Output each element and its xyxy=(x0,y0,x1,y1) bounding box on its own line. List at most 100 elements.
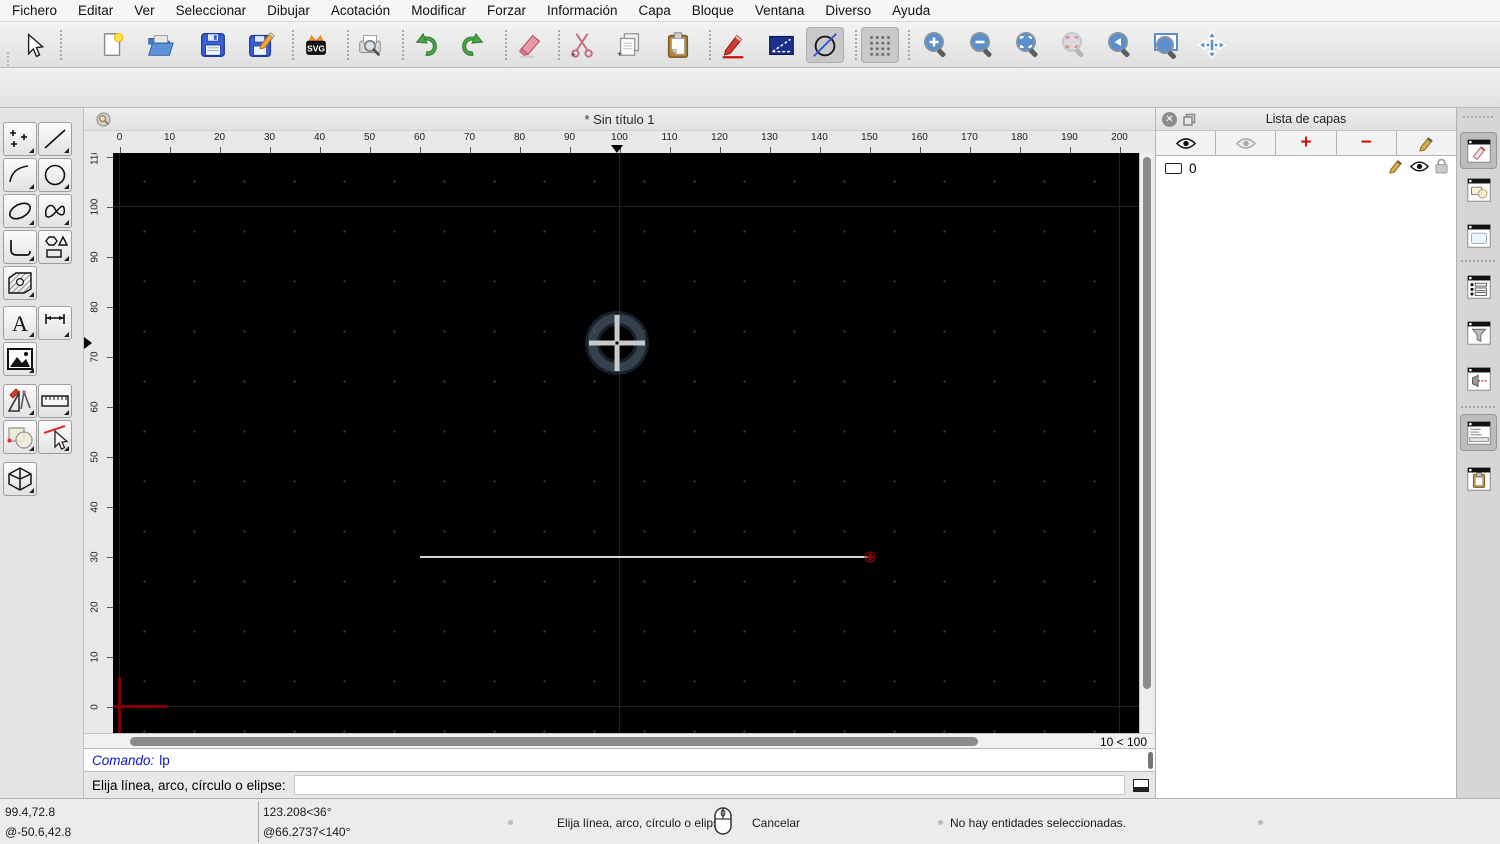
dock-drag-handle[interactable] xyxy=(1463,116,1493,118)
dock-quick-info-button[interactable] xyxy=(1460,360,1497,397)
menu-item-diverso[interactable]: Diverso xyxy=(825,3,871,18)
dock-selection-filter-button[interactable] xyxy=(1460,314,1497,351)
points-tool-button[interactable] xyxy=(3,122,37,156)
zoom-previous-button[interactable] xyxy=(1101,27,1139,63)
dock-entity-list-icon xyxy=(1466,274,1491,299)
command-input[interactable] xyxy=(293,775,1125,795)
open-file-button[interactable] xyxy=(141,27,179,63)
zoom-selected-icon xyxy=(1062,32,1084,58)
circle-tool-button[interactable] xyxy=(38,158,72,192)
vertical-scrollbar-thumb[interactable] xyxy=(1142,157,1151,689)
drawn-line-entity[interactable] xyxy=(419,555,870,558)
image-tool-button[interactable] xyxy=(3,342,37,376)
h-ruler-label: 70 xyxy=(463,132,476,143)
add-layer-button[interactable]: + xyxy=(1276,131,1337,155)
pan-button[interactable] xyxy=(1193,27,1231,63)
polyline-tool-button[interactable] xyxy=(3,230,37,264)
float-panel-icon[interactable] xyxy=(1182,112,1197,127)
status-bar: 99.4,72.8 @-50.6,42.8 123.208<36° @66.27… xyxy=(0,798,1500,844)
save-as-button[interactable] xyxy=(242,27,280,63)
menu-item-editar[interactable]: Editar xyxy=(78,3,113,18)
menu-item-ventana[interactable]: Ventana xyxy=(755,3,805,18)
dock-clipboard-button[interactable] xyxy=(1460,460,1497,497)
horizontal-scrollbar[interactable]: 10 < 100 xyxy=(84,733,1153,749)
show-all-layers-button[interactable] xyxy=(1156,131,1217,155)
hide-all-layers-button[interactable] xyxy=(1216,131,1277,155)
zoom-in-button[interactable] xyxy=(917,27,955,63)
pointer-button[interactable] xyxy=(14,27,52,63)
cut-button[interactable]: + xyxy=(563,27,601,63)
dock-library-browser-button[interactable] xyxy=(1460,217,1497,254)
print-preview-button[interactable] xyxy=(351,27,389,63)
h-ruler-label: 170 xyxy=(961,132,978,143)
command-history-prompt: Comando: xyxy=(92,752,155,768)
history-scrollbar-thumb[interactable] xyxy=(1148,752,1153,769)
layer-edit-pencil-icon[interactable] xyxy=(1388,158,1404,174)
remove-layer-button[interactable]: − xyxy=(1337,131,1397,155)
vertical-scrollbar[interactable] xyxy=(1139,153,1153,733)
delete-button[interactable] xyxy=(510,27,548,63)
measure-tool-button[interactable] xyxy=(38,384,72,418)
zoom-auto-button[interactable] xyxy=(1009,27,1047,63)
dock-entity-list-button[interactable] xyxy=(1460,268,1497,305)
layer-visibility-eye-icon[interactable] xyxy=(1410,160,1429,173)
copy-icon: + xyxy=(617,33,640,59)
copy-button[interactable]: + xyxy=(611,27,649,63)
menu-item-modificar[interactable]: Modificar xyxy=(411,3,466,18)
dock-layer-list-button[interactable] xyxy=(1460,132,1497,169)
line-tool-button[interactable] xyxy=(38,122,72,156)
dimension-tool-button[interactable] xyxy=(38,306,72,340)
line-endpoint-marker xyxy=(864,551,875,562)
save-button[interactable] xyxy=(194,27,232,63)
menu-item-dibujar[interactable]: Dibujar xyxy=(267,3,310,18)
paste-button[interactable] xyxy=(659,27,697,63)
menu-item-ayuda[interactable]: Ayuda xyxy=(892,3,930,18)
zoom-out-button[interactable] xyxy=(963,27,1001,63)
toolbar-separator xyxy=(558,30,560,60)
undo-icon xyxy=(415,32,437,56)
redo-button[interactable] xyxy=(454,27,492,63)
new-document-button[interactable] xyxy=(94,27,132,63)
hatch-tool-button[interactable] xyxy=(3,266,37,300)
spline-tool-button[interactable] xyxy=(38,194,72,228)
3d-tool-button[interactable] xyxy=(3,462,37,496)
horizontal-scrollbar-thumb[interactable] xyxy=(130,737,978,746)
menu-item-acotación[interactable]: Acotación xyxy=(331,3,390,18)
drawing-canvas[interactable] xyxy=(113,153,1139,733)
menu-item-fichero[interactable]: Fichero xyxy=(12,3,57,18)
menu-item-forzar[interactable]: Forzar xyxy=(487,3,526,18)
grid-toggle-button[interactable] xyxy=(861,27,899,63)
select-tool-button[interactable] xyxy=(38,420,72,454)
meta-gridline xyxy=(119,153,120,733)
menu-item-bloque[interactable]: Bloque xyxy=(692,3,734,18)
menu-item-información[interactable]: Información xyxy=(547,3,618,18)
scissors-icon: + xyxy=(571,33,593,59)
dock-command-widget-button[interactable] xyxy=(1460,414,1497,451)
zoom-window-button[interactable] xyxy=(1147,27,1185,63)
arc-tool-button[interactable] xyxy=(3,158,37,192)
layer-lock-icon[interactable] xyxy=(1435,158,1448,174)
zoom-selected-button[interactable] xyxy=(1055,27,1093,63)
select-window-button[interactable] xyxy=(762,27,800,63)
v-ruler-label: 90 xyxy=(89,250,101,263)
command-dock-icon[interactable] xyxy=(1133,778,1149,792)
draft-mode-button[interactable] xyxy=(806,27,844,63)
layer-row[interactable]: 0 xyxy=(1156,156,1456,180)
export-svg-button[interactable]: SVG xyxy=(297,27,335,63)
menu-item-seleccionar[interactable]: Seleccionar xyxy=(176,3,247,18)
edit-layer-button[interactable] xyxy=(1397,131,1456,155)
modify-tool-button[interactable] xyxy=(3,420,37,454)
menu-item-capa[interactable]: Capa xyxy=(639,3,671,18)
drawing-titlebar[interactable]: * Sin título 1 xyxy=(84,108,1155,131)
hatch-tool-icon xyxy=(8,272,32,294)
edit-entity-button[interactable] xyxy=(714,27,752,63)
layer-color-swatch[interactable] xyxy=(1165,162,1182,174)
text-tool-button[interactable]: A xyxy=(3,306,37,340)
undo-button[interactable] xyxy=(407,27,445,63)
menu-item-ver[interactable]: Ver xyxy=(134,3,154,18)
ellipse-tool-button[interactable] xyxy=(3,194,37,228)
polygon-tool-button[interactable] xyxy=(38,230,72,264)
close-panel-icon[interactable]: ✕ xyxy=(1162,112,1177,127)
dock-block-list-button[interactable] xyxy=(1460,171,1497,208)
misc-draw-tool-button[interactable] xyxy=(3,384,37,418)
